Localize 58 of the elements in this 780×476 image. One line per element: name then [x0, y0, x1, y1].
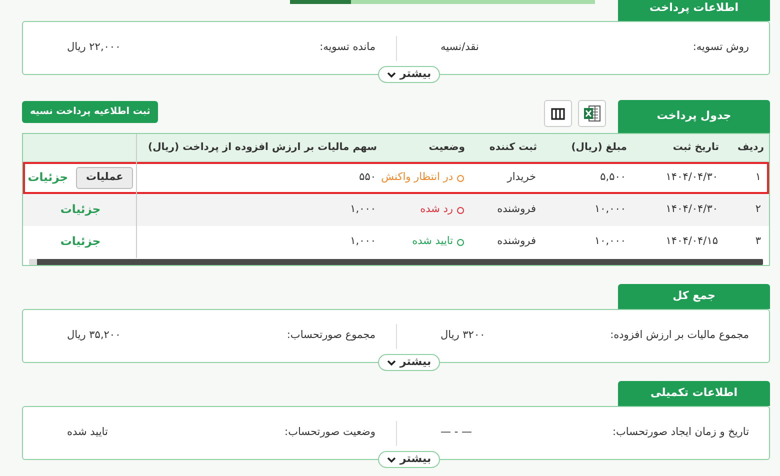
table-row[interactable]: ۲ ۱۴۰۴/۰۴/۳۰ ۱۰,۰۰۰ فروشنده رد شده ۱,۰۰۰ جزئیات: [23, 194, 769, 226]
column-header: وضعیت: [428, 141, 466, 155]
details-link[interactable]: جزئیات: [60, 233, 101, 251]
more-button[interactable]: بیشتر: [378, 66, 440, 83]
column-header: ثبت کننده: [488, 141, 538, 155]
details-link[interactable]: جزئیات: [28, 169, 68, 187]
chevron-down-icon: [386, 456, 396, 462]
table-cell-text: ۵۵۰: [358, 170, 377, 186]
status-text: تایید شده: [412, 234, 453, 250]
more-button[interactable]: بیشتر: [378, 451, 440, 468]
field-value: — - —: [440, 425, 472, 440]
table-cell-text: ۱۴۰۴/۰۴/۱۵: [664, 234, 719, 250]
table-cell-text: فروشنده: [496, 202, 537, 218]
table-cell-text: ۳: [754, 234, 762, 250]
field-label: مجموع صورتحساب:: [286, 328, 376, 344]
field-value: ۳۲۰۰ ریال: [440, 328, 486, 344]
field-value: ۲۲,۰۰۰ ریال: [66, 40, 121, 56]
details-link[interactable]: جزئیات: [60, 201, 101, 219]
field-label: مجموع مالیات بر ارزش افزوده:: [610, 328, 749, 344]
table-cell-text: ۵,۵۰۰: [599, 170, 627, 186]
columns-icon: [551, 108, 565, 120]
column-header: سهم مالیات بر ارزش افزوده از پرداخت (ریال): [147, 141, 378, 155]
scrollbar[interactable]: [29, 259, 763, 265]
spreadsheet-icon: [583, 105, 601, 122]
field-label: روش تسویه:: [692, 40, 749, 56]
field-label: تاریخ و زمان ایجاد صورتحساب:: [612, 425, 749, 440]
table-cell-text: ۱,۰۰۰: [349, 202, 377, 218]
status-text: رد شده: [420, 202, 453, 218]
status-text: در انتظار واکنش: [381, 170, 453, 186]
section-tab[interactable]: جدول پرداخت: [618, 100, 770, 133]
section-tab[interactable]: اطلاعات پرداخت: [618, 0, 770, 21]
table-cell-text: ۲: [754, 202, 762, 218]
table-cell-text: ۱۰,۰۰۰: [593, 234, 627, 250]
operations-button[interactable]: عملیات: [76, 167, 134, 189]
field-label: مانده تسویه:: [320, 40, 376, 56]
section-tab[interactable]: اطلاعات تکمیلی: [618, 381, 770, 406]
table-cell-text: ۱۴۰۴/۰۴/۳۰: [664, 202, 719, 218]
section-tab[interactable]: جمع کل: [618, 284, 770, 309]
table-cell-text: ۱,۰۰۰: [349, 234, 377, 250]
table-cell-text: ۱: [754, 170, 762, 186]
field-value: تایید شده: [66, 425, 108, 440]
table-row[interactable]: ۱ ۱۴۰۴/۰۴/۳۰ ۵,۵۰۰ خریدار در انتظار واکنش ۵۵۰ عملیات جزئیات: [23, 162, 769, 194]
register-payment-button[interactable]: ثبت اطلاعیه پرداخت نسیه: [22, 101, 158, 123]
export-excel-button[interactable]: [578, 100, 606, 127]
chevron-down-icon: [386, 72, 396, 78]
field-value: نقد/نسیه: [440, 40, 479, 56]
columns-button[interactable]: [544, 100, 572, 127]
field-value: ۳۵,۲۰۰ ریال: [66, 328, 121, 344]
column-header: تاریخ ثبت: [672, 141, 720, 155]
column-header: مبلغ (ریال): [570, 141, 628, 155]
more-button[interactable]: بیشتر: [378, 354, 440, 371]
chevron-down-icon: [386, 360, 396, 366]
table-cell-text: فروشنده: [496, 234, 537, 250]
table-cell-text: ۱۴۰۴/۰۴/۳۰: [664, 170, 719, 186]
table-cell-text: ۱۰,۰۰۰: [593, 202, 627, 218]
column-header: ردیف: [736, 141, 765, 155]
field-label: وضعیت صورتحساب:: [284, 425, 376, 440]
table-cell-text: خریدار: [506, 170, 537, 186]
